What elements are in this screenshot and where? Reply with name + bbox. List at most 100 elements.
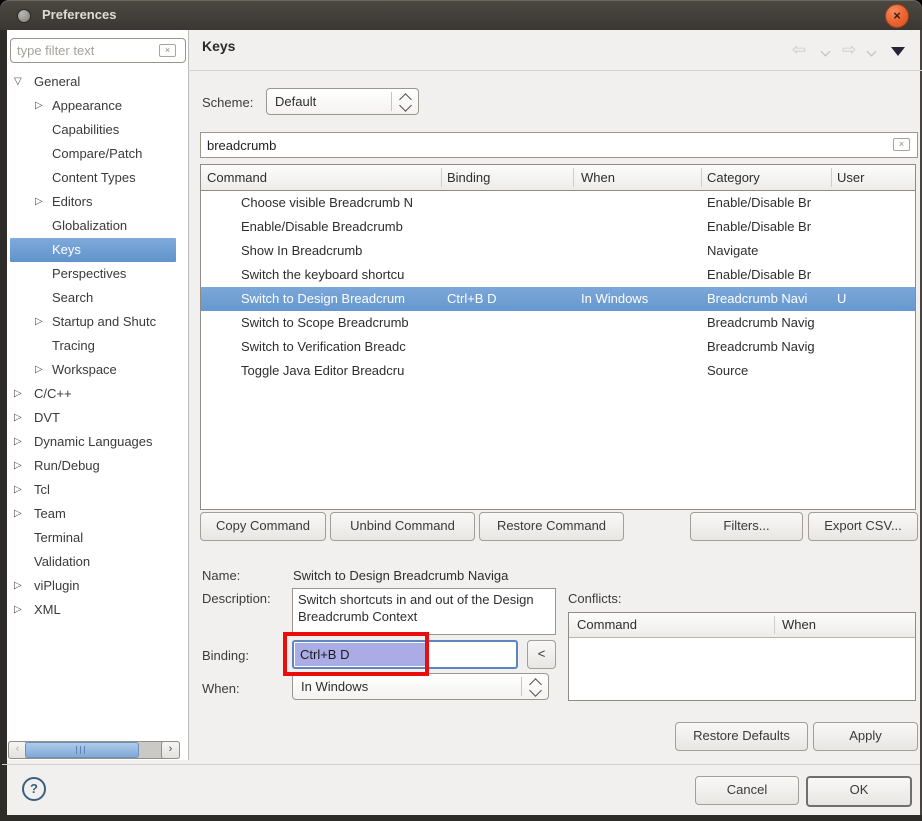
back-history-chevron-icon[interactable] — [821, 47, 831, 57]
sidebar-item-terminal[interactable]: Terminal — [8, 526, 186, 550]
button-label: Unbind Command — [331, 513, 474, 538]
conflicts-column-command[interactable]: Command — [577, 613, 637, 637]
sidebar-item-workspace[interactable]: Workspace — [8, 358, 186, 382]
cancel-button[interactable]: Cancel — [695, 776, 799, 805]
filters-button[interactable]: Filters... — [690, 512, 803, 541]
column-header-when[interactable]: When — [581, 165, 615, 190]
sidebar-item-capabilities[interactable]: Capabilities — [8, 118, 186, 142]
column-header-user[interactable]: User — [837, 165, 864, 190]
table-row-selected[interactable]: Switch to Design BreadcrumCtrl+B DIn Win… — [201, 287, 915, 311]
sidebar-item-xml[interactable]: XML — [8, 598, 186, 622]
expander-icon[interactable] — [14, 382, 22, 406]
column-divider[interactable] — [441, 168, 442, 187]
expander-icon[interactable] — [35, 358, 43, 382]
ok-button[interactable]: OK — [806, 776, 912, 807]
expander-icon[interactable] — [14, 70, 22, 94]
cell-binding: Ctrl+B D — [447, 287, 573, 311]
titlebar[interactable]: Preferences × — [0, 0, 922, 30]
cell-category: Breadcrumb Navig — [707, 335, 831, 359]
sidebar-item-keys[interactable]: Keys — [8, 238, 186, 262]
sidebar-item-label: Content Types — [52, 166, 136, 190]
scrollbar-thumb[interactable] — [25, 742, 139, 758]
sidebar-item-editors[interactable]: Editors — [8, 190, 186, 214]
expander-icon[interactable] — [14, 478, 22, 502]
expander-icon[interactable] — [35, 190, 43, 214]
button-label: Filters... — [691, 513, 802, 538]
restore-command-button[interactable]: Restore Command — [479, 512, 624, 541]
table-row[interactable]: Switch to Verification Breadc Breadcrumb … — [201, 335, 915, 359]
expander-icon[interactable] — [14, 406, 22, 430]
column-divider[interactable] — [573, 168, 574, 187]
copy-command-button[interactable]: Copy Command — [200, 512, 326, 541]
sidebar-item-viplugin[interactable]: viPlugin — [8, 574, 186, 598]
close-icon[interactable]: × — [885, 4, 909, 28]
column-divider[interactable] — [701, 168, 702, 187]
when-select[interactable]: In Windows — [292, 673, 549, 700]
sidebar-item-c-cpp[interactable]: C/C++ — [8, 382, 186, 406]
sidebar-item-team[interactable]: Team — [8, 502, 186, 526]
key-capture-button[interactable]: < — [527, 640, 556, 669]
cell-command: Toggle Java Editor Breadcru — [241, 359, 441, 383]
sidebar-item-startup-and-shutdown[interactable]: Startup and Shutc — [8, 310, 186, 334]
table-row[interactable]: Show In BreadcrumbNavigate — [201, 239, 915, 263]
sidebar-item-appearance[interactable]: Appearance — [8, 94, 186, 118]
sidebar-item-dynamic-languages[interactable]: Dynamic Languages — [8, 430, 186, 454]
export-csv-button[interactable]: Export CSV... — [808, 512, 918, 541]
sidebar-item-tcl[interactable]: Tcl — [8, 478, 186, 502]
table-row[interactable]: Toggle Java Editor BreadcruSource — [201, 359, 915, 383]
unbind-command-button[interactable]: Unbind Command — [330, 512, 475, 541]
sidebar-item-search[interactable]: Search — [8, 286, 186, 310]
sidebar-item-validation[interactable]: Validation — [8, 550, 186, 574]
cell-command: Switch to Verification Breadc — [241, 335, 441, 359]
cell-category: Breadcrumb Navi — [707, 287, 831, 311]
forward-arrow-icon[interactable]: ⇨ — [842, 40, 856, 60]
back-arrow-icon[interactable]: ⇦ — [792, 40, 806, 60]
table-row[interactable]: Choose visible Breadcrumb NEnable/Disabl… — [201, 191, 915, 215]
expander-icon[interactable] — [35, 310, 43, 334]
column-divider[interactable] — [774, 616, 775, 634]
sidebar-item-dvt[interactable]: DVT — [8, 406, 186, 430]
search-input[interactable] — [200, 132, 918, 158]
name-value: Switch to Design Breadcrumb Naviga — [293, 568, 508, 583]
sidebar-item-general[interactable]: General — [8, 70, 186, 94]
help-icon[interactable]: ? — [22, 777, 46, 801]
clear-filter-icon[interactable]: × — [159, 44, 176, 57]
sidebar-item-label: Workspace — [52, 358, 117, 382]
sidebar-item-label: Perspectives — [52, 262, 126, 286]
column-header-binding[interactable]: Binding — [447, 165, 490, 190]
column-header-category[interactable]: Category — [707, 165, 760, 190]
table-row[interactable]: Switch the keyboard shortcuEnable/Disabl… — [201, 263, 915, 287]
key-bindings-table: Command Binding When Category User Choos… — [200, 164, 916, 510]
scheme-select[interactable]: Default — [266, 88, 419, 115]
column-divider[interactable] — [831, 168, 832, 187]
expander-icon[interactable] — [14, 430, 22, 454]
expander-icon[interactable] — [14, 598, 22, 622]
apply-button[interactable]: Apply — [813, 722, 918, 751]
table-row[interactable]: Enable/Disable BreadcrumbEnable/Disable … — [201, 215, 915, 239]
scroll-right-icon[interactable]: › — [161, 741, 180, 759]
sidebar-item-label: Dynamic Languages — [34, 430, 153, 454]
expander-icon[interactable] — [35, 94, 43, 118]
sidebar-item-label: General — [34, 70, 80, 94]
sidebar-item-compare-patch[interactable]: Compare/Patch — [8, 142, 186, 166]
cell-command: Show In Breadcrumb — [241, 239, 441, 263]
sidebar-item-label: XML — [34, 598, 61, 622]
sidebar-item-tracing[interactable]: Tracing — [8, 334, 186, 358]
expander-icon[interactable] — [14, 574, 22, 598]
sidebar-item-run-debug[interactable]: Run/Debug — [8, 454, 186, 478]
window-frame — [0, 815, 922, 821]
expander-icon[interactable] — [14, 502, 22, 526]
table-row[interactable]: Switch to Scope BreadcrumbBreadcrumb Nav… — [201, 311, 915, 335]
sidebar-item-label: Startup and Shutc — [52, 310, 156, 334]
column-header-command[interactable]: Command — [207, 165, 267, 190]
sidebar-item-globalization[interactable]: Globalization — [8, 214, 186, 238]
sidebar-item-perspectives[interactable]: Perspectives — [8, 262, 186, 286]
sidebar-item-label: DVT — [34, 406, 60, 430]
expander-icon[interactable] — [14, 454, 22, 478]
forward-history-chevron-icon[interactable] — [867, 47, 877, 57]
restore-defaults-button[interactable]: Restore Defaults — [675, 722, 808, 751]
clear-search-icon[interactable]: × — [893, 138, 910, 151]
sidebar-item-content-types[interactable]: Content Types — [8, 166, 186, 190]
view-menu-icon[interactable] — [891, 47, 905, 56]
conflicts-column-when[interactable]: When — [782, 613, 816, 637]
